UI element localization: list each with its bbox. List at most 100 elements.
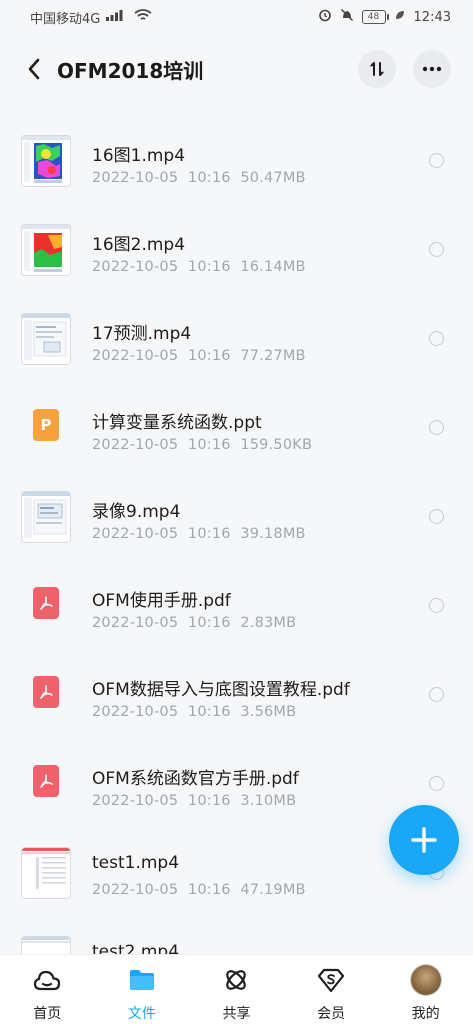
clock-time: 12:43 bbox=[413, 9, 451, 25]
file-size: 50.47MB bbox=[240, 170, 306, 186]
more-dots-icon bbox=[422, 66, 442, 72]
member-badge-icon bbox=[316, 965, 346, 995]
file-date: 2022-10-05 bbox=[92, 259, 179, 275]
nav-label-member: 会员 bbox=[317, 1006, 346, 1022]
file-name: test1.mp4 bbox=[92, 853, 180, 873]
nav-item-share[interactable]: 共享 bbox=[189, 955, 284, 1024]
nav-item-mine[interactable]: 我的 bbox=[378, 955, 473, 1024]
status-left: 中国移动4G bbox=[30, 8, 152, 27]
file-date: 2022-10-05 bbox=[92, 170, 179, 186]
file-time: 10:16 bbox=[187, 704, 231, 720]
cloud-icon bbox=[32, 965, 62, 995]
video-thumbnail bbox=[22, 136, 70, 186]
wifi-icon bbox=[134, 8, 152, 26]
add-button[interactable] bbox=[389, 805, 459, 875]
file-size: 3.10MB bbox=[240, 793, 297, 809]
nav-item-home[interactable]: 首页 bbox=[0, 955, 95, 1024]
page-title: OFM2018培训 bbox=[57, 59, 204, 83]
select-checkbox[interactable] bbox=[429, 242, 444, 257]
file-name: 计算变量系统函数.ppt bbox=[92, 413, 262, 433]
file-size: 77.27MB bbox=[240, 348, 306, 364]
file-meta: 2022-10-05 10:16 159.50KB bbox=[92, 437, 312, 453]
file-time: 10:16 bbox=[187, 882, 231, 898]
video-thumbnail bbox=[22, 937, 70, 954]
file-row[interactable]: 16图2.mp4 2022-10-05 10:16 16.14MB bbox=[0, 197, 473, 286]
select-checkbox[interactable] bbox=[429, 776, 444, 791]
folder-icon bbox=[127, 965, 157, 995]
file-date: 2022-10-05 bbox=[92, 348, 179, 364]
screen: 中国移动4G 48 12:43 OFM2018培训 16图1.mp4 2022-… bbox=[0, 0, 473, 1024]
file-size: 2.83MB bbox=[240, 615, 297, 631]
file-row[interactable]: 17预测.mp4 2022-10-05 10:16 77.27MB bbox=[0, 286, 473, 375]
user-avatar-image bbox=[410, 965, 441, 995]
plus-icon bbox=[411, 827, 437, 853]
sort-icon bbox=[370, 62, 384, 76]
mute-icon bbox=[340, 8, 354, 26]
select-checkbox[interactable] bbox=[429, 598, 444, 613]
video-thumbnail bbox=[22, 314, 70, 364]
ppt-file-icon: P bbox=[33, 409, 59, 441]
file-meta: 2022-10-05 10:16 50.47MB bbox=[92, 170, 306, 186]
file-size: 16.14MB bbox=[240, 259, 306, 275]
file-size: 3.56MB bbox=[240, 704, 297, 720]
file-row[interactable]: P 计算变量系统函数.ppt 2022-10-05 10:16 159.50KB bbox=[0, 375, 473, 464]
file-name: test2.mp4 bbox=[92, 942, 180, 954]
select-checkbox[interactable] bbox=[429, 420, 444, 435]
file-row[interactable]: OFM数据导入与底图设置教程.pdf 2022-10-05 10:16 3.56… bbox=[0, 642, 473, 731]
file-name: OFM系统函数官方手册.pdf bbox=[92, 769, 299, 789]
file-meta: 2022-10-05 10:16 3.56MB bbox=[92, 704, 296, 720]
file-meta: 2022-10-05 10:16 39.18MB bbox=[92, 526, 306, 542]
signal-icon bbox=[106, 9, 128, 25]
sort-button[interactable] bbox=[358, 50, 396, 88]
alarm-icon bbox=[318, 8, 332, 26]
pdf-file-icon bbox=[33, 676, 59, 708]
file-name: OFM使用手册.pdf bbox=[92, 591, 231, 611]
select-checkbox[interactable] bbox=[429, 153, 444, 168]
file-meta: 2022-10-05 10:16 3.10MB bbox=[92, 793, 296, 809]
nav-label-files: 文件 bbox=[127, 1006, 156, 1022]
select-checkbox[interactable] bbox=[429, 509, 444, 524]
file-date: 2022-10-05 bbox=[92, 615, 179, 631]
file-meta: 2022-10-05 10:16 47.19MB bbox=[92, 882, 306, 898]
nav-item-member[interactable]: 会员 bbox=[284, 955, 379, 1024]
pdf-file-icon bbox=[33, 587, 59, 619]
back-button[interactable] bbox=[18, 52, 50, 86]
select-checkbox[interactable] bbox=[429, 331, 444, 346]
file-time: 10:16 bbox=[187, 526, 231, 542]
file-row[interactable]: OFM使用手册.pdf 2022-10-05 10:16 2.83MB bbox=[0, 553, 473, 642]
file-time: 10:16 bbox=[187, 348, 231, 364]
header: OFM2018培训 bbox=[0, 44, 473, 94]
file-date: 2022-10-05 bbox=[92, 437, 179, 453]
more-options-button[interactable] bbox=[413, 50, 451, 88]
file-row[interactable]: 16图1.mp4 2022-10-05 10:16 50.47MB bbox=[0, 108, 473, 197]
file-meta: 2022-10-05 10:16 16.14MB bbox=[92, 259, 306, 275]
nav-item-files[interactable]: 文件 bbox=[95, 955, 190, 1024]
status-bar: 中国移动4G 48 12:43 bbox=[0, 0, 473, 34]
file-row[interactable]: 录像9.mp4 2022-10-05 10:16 39.18MB bbox=[0, 464, 473, 553]
file-time: 10:16 bbox=[187, 170, 231, 186]
file-date: 2022-10-05 bbox=[92, 882, 179, 898]
file-date: 2022-10-05 bbox=[92, 793, 179, 809]
file-size: 159.50KB bbox=[240, 437, 313, 453]
file-name: 16图1.mp4 bbox=[92, 146, 186, 166]
pdf-file-icon bbox=[33, 765, 59, 797]
file-time: 10:16 bbox=[187, 437, 231, 453]
select-checkbox[interactable] bbox=[429, 687, 444, 702]
file-name: 16图2.mp4 bbox=[92, 235, 186, 255]
nav-label-home: 首页 bbox=[33, 1006, 62, 1022]
file-row[interactable]: OFM系统函数官方手册.pdf 2022-10-05 10:16 3.10MB bbox=[0, 731, 473, 820]
nav-label-share: 共享 bbox=[222, 1006, 251, 1022]
status-right: 48 12:43 bbox=[318, 8, 451, 26]
file-name: 17预测.mp4 bbox=[92, 324, 192, 344]
video-thumbnail bbox=[22, 225, 70, 275]
file-meta: 2022-10-05 10:16 2.83MB bbox=[92, 615, 296, 631]
file-size: 47.19MB bbox=[240, 882, 306, 898]
avatar bbox=[410, 965, 441, 995]
carrier-label: 中国移动4G bbox=[30, 11, 101, 27]
chevron-left-icon bbox=[28, 58, 40, 80]
file-meta: 2022-10-05 10:16 77.27MB bbox=[92, 348, 306, 364]
file-row[interactable]: test2.mp4 bbox=[0, 909, 473, 954]
file-size: 39.18MB bbox=[240, 526, 306, 542]
file-name: 录像9.mp4 bbox=[92, 502, 181, 522]
file-time: 10:16 bbox=[187, 615, 231, 631]
